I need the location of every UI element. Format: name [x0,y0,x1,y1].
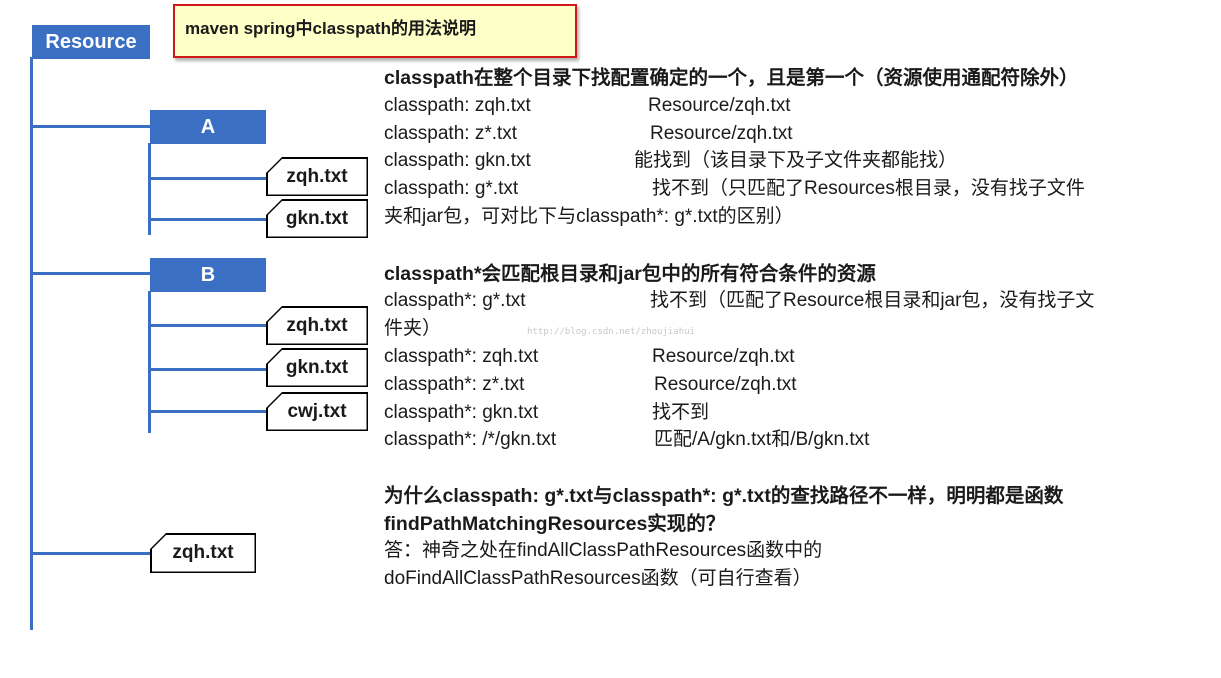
s1-pattern-2: classpath: gkn.txt [384,150,531,171]
b-file-line-1 [148,324,266,327]
file-box-root-zqh: zqh.txt [150,533,256,573]
title-note: maven spring中classpath的用法说明 [173,4,577,58]
branch-line-b [30,272,150,275]
file-label-b-gkn: gkn.txt [267,349,367,386]
s1-pattern-1: classpath: z*.txt [384,123,518,144]
a-file-line-1 [148,177,266,180]
folder-b-box: B [150,258,266,292]
s2-result-1: Resource/zqh.txt [652,346,795,367]
file-box-b-gkn: gkn.txt [266,348,368,387]
s2-pattern-1: classpath*: zqh.txt [384,346,539,367]
file-box-a-gkn: gkn.txt [266,199,368,238]
s2-result-4: 匹配/A/gkn.txt和/B/gkn.txt [654,429,870,450]
a-file-line-2 [148,218,266,221]
folder-a-box: A [150,110,266,144]
s2-pattern-4: classpath*: /*/gkn.txt [384,429,557,450]
answer-line-1: 答：神奇之处在findAllClassPathResources函数中的 [384,540,823,561]
file-box-a-zqh: zqh.txt [266,157,368,196]
s2-result-2: Resource/zqh.txt [654,374,797,395]
s2-continuation: 件夹） [384,318,442,339]
s2-pattern-0: classpath*: g*.txt [384,290,526,311]
folder-b-label: B [200,263,216,286]
folder-a-label: A [200,115,216,138]
b-file-line-3 [148,410,266,413]
b-file-line-2 [148,368,266,371]
file-label-root-zqh: zqh.txt [151,534,255,572]
question-line-1: 为什么classpath: g*.txt与classpath*: g*.txt的… [384,485,1064,507]
file-box-b-zqh: zqh.txt [266,306,368,345]
s1-pattern-0: classpath: zqh.txt [384,95,531,116]
s2-pattern-3: classpath*: gkn.txt [384,402,539,423]
file-label-b-zqh: zqh.txt [267,307,367,344]
branch-line-a [30,125,150,128]
s1-result-3: 找不到（只匹配了Resources根目录，没有找子文件 [652,178,1085,199]
s1-result-2: 能找到（该目录下及子文件夹都能找） [634,150,958,171]
s1-continuation: 夹和jar包，可对比下与classpath*: g*.txt的区别） [384,206,794,227]
file-box-b-cwj: cwj.txt [266,392,368,431]
watermark: http://blog.csdn.net/zhoujiahui [527,327,695,337]
title-text: maven spring中classpath的用法说明 [185,19,476,38]
root-trunk-line [30,57,33,630]
file-label-a-gkn: gkn.txt [267,200,367,237]
s1-result-0: Resource/zqh.txt [648,95,791,116]
file-label-a-zqh: zqh.txt [267,158,367,195]
section1-heading: classpath在整个目录下找配置确定的一个，且是第一个（资源使用通配符除外） [384,67,1079,89]
s2-result-3: 找不到 [652,402,710,423]
s2-pattern-2: classpath*: z*.txt [384,374,525,395]
branch-line-root-file [30,552,152,555]
root-folder-box: Resource [32,25,150,59]
s1-pattern-3: classpath: g*.txt [384,178,519,199]
folder-a-trunk-line [148,143,151,235]
section2-heading: classpath*会匹配根目录和jar包中的所有符合条件的资源 [384,263,876,285]
answer-line-2: doFindAllClassPathResources函数（可自行查看） [384,568,812,589]
s1-result-1: Resource/zqh.txt [650,123,793,144]
file-label-b-cwj: cwj.txt [267,393,367,430]
root-folder-label: Resource [45,30,137,53]
s2-result-0: 找不到（匹配了Resource根目录和jar包，没有找子文 [650,290,1095,311]
question-line-2: findPathMatchingResources实现的？ [384,513,726,535]
